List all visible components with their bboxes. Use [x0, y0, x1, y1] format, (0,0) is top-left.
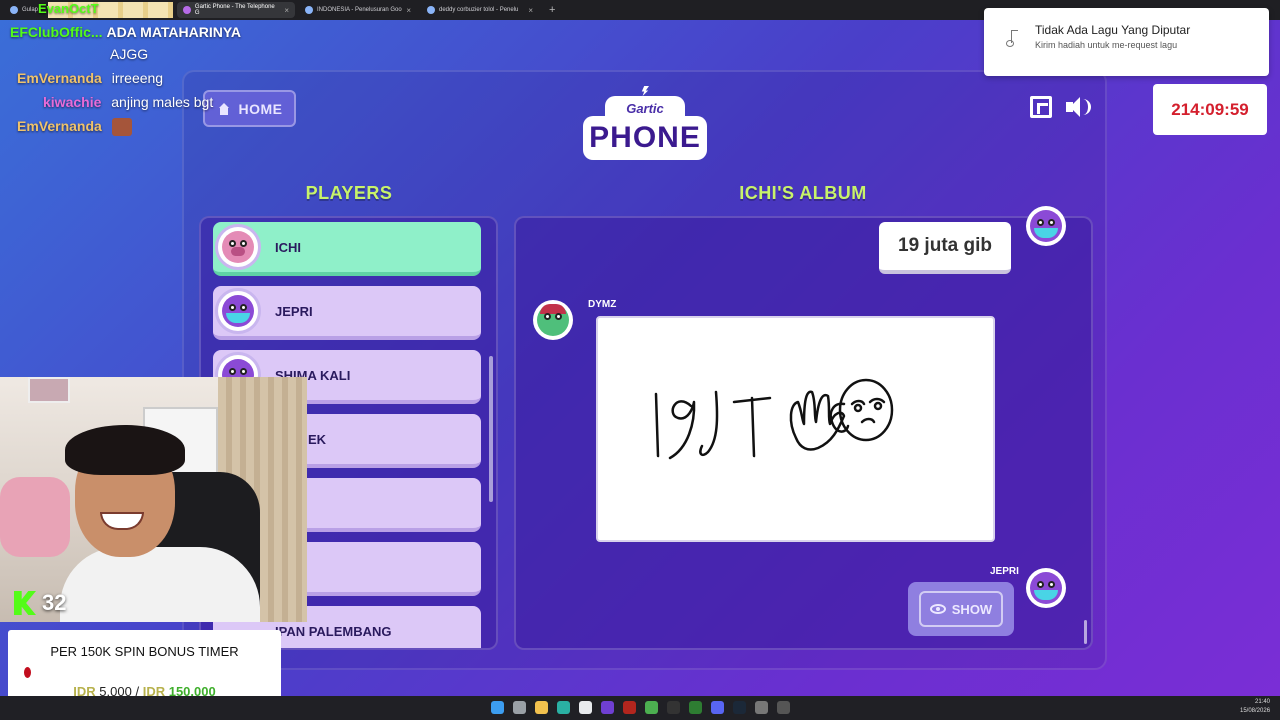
tray-time: 21:40 — [1255, 699, 1271, 705]
home-button[interactable]: HOME — [203, 90, 296, 127]
countdown-timer: 214:09:59 — [1153, 84, 1267, 135]
chat-line: AJGG — [110, 46, 148, 62]
donation-title: PER 150K SPIN BONUS TIMER — [50, 644, 239, 659]
discord-icon[interactable] — [711, 701, 724, 714]
progress-dot — [24, 667, 31, 678]
kick-viewer-badge: 32 — [14, 590, 66, 616]
volume-icon[interactable] — [1066, 96, 1092, 118]
player-row-ichi[interactable]: ICHI — [213, 222, 481, 276]
windows-taskbar: 21:40 15/08/2026 — [0, 696, 1280, 720]
player-name: ICHI — [275, 240, 301, 255]
music-subtitle: Kirim hadiah untuk me-request lagu — [1035, 40, 1178, 50]
chat-emote-icon — [111, 118, 132, 137]
logo-main-text: PHONE — [589, 121, 701, 154]
chat-message: AJGG — [110, 46, 149, 62]
eye-icon — [929, 604, 946, 614]
chrome-icon[interactable] — [579, 701, 592, 714]
kick-logo-icon — [14, 591, 36, 615]
music-note-icon — [1006, 30, 1018, 47]
app-icon[interactable] — [755, 701, 768, 714]
steam-icon[interactable] — [733, 701, 746, 714]
new-tab-button[interactable]: + — [543, 4, 561, 16]
bird-avatar-icon — [1030, 210, 1062, 242]
tray-date: 15/08/2026 — [1240, 708, 1271, 714]
chat-user: EFClubOffic... — [10, 24, 103, 40]
chat-user: EmVernanda — [17, 70, 102, 86]
drawing-canvas — [654, 378, 894, 460]
avatar — [1026, 206, 1066, 246]
album-guess-bubble: 19 juta gib — [879, 222, 1011, 274]
browser-tab-search[interactable]: deddy corbuzier tolol - Penelu × — [421, 2, 539, 18]
home-icon — [217, 102, 231, 115]
tab-close-icon[interactable]: × — [284, 6, 289, 15]
avatar — [215, 288, 261, 334]
chat-line: kiwachie anjing males bgt — [43, 94, 213, 110]
file-explorer-icon[interactable] — [535, 701, 548, 714]
app-icon[interactable] — [777, 701, 790, 714]
chat-user: EvanOctT — [38, 1, 99, 16]
chat-line: EmVernanda irreeeng — [17, 70, 163, 86]
chat-message: anjing males bgt — [111, 94, 214, 110]
fullscreen-icon[interactable] — [1030, 96, 1052, 118]
app-icon[interactable] — [623, 701, 636, 714]
viewer-count: 32 — [42, 590, 67, 615]
pig-avatar-icon — [222, 231, 254, 263]
chat-line: EmVernanda — [17, 118, 132, 137]
task-view-icon[interactable] — [513, 701, 526, 714]
game-top-icons — [1030, 96, 1092, 118]
bird-avatar-icon — [1030, 572, 1062, 604]
tab-close-icon[interactable]: × — [528, 6, 533, 15]
chat-message: irreeeng — [111, 70, 164, 86]
tab-favicon-icon — [183, 6, 191, 14]
app-icon[interactable] — [667, 701, 680, 714]
windows-start-icon[interactable] — [491, 701, 504, 714]
chat-message: ADA MATAHARINYA — [106, 24, 242, 40]
album-drawing — [596, 316, 995, 542]
browser-tab-gartic[interactable]: Gartic Phone - The Telephone G × — [177, 2, 295, 18]
music-request-card: Tidak Ada Lagu Yang Diputar Kirim hadiah… — [984, 8, 1269, 76]
next-author: JEPRI — [990, 566, 1019, 577]
app-icon[interactable] — [601, 701, 614, 714]
browser-tab-google[interactable]: INDONESIA - Penelusuran Goo × — [299, 2, 417, 18]
logo-main: PHONE — [583, 116, 707, 160]
xbox-icon[interactable] — [689, 701, 702, 714]
players-scrollbar[interactable] — [489, 356, 493, 502]
gartic-phone-logo: Gartic PHONE — [583, 86, 707, 166]
chat-user: kiwachie — [43, 94, 102, 110]
app-icon[interactable] — [645, 701, 658, 714]
tab-favicon-icon — [427, 6, 435, 14]
avatar — [215, 224, 261, 270]
show-button-inner: SHOW — [919, 591, 1003, 627]
player-name: IPAN PALEMBANG — [275, 624, 392, 639]
players-title: PLAYERS — [305, 183, 393, 203]
bird-avatar-icon — [222, 295, 254, 327]
music-title: Tidak Ada Lagu Yang Diputar — [1035, 23, 1191, 37]
avatar — [1026, 568, 1066, 608]
player-name: JEPRI — [275, 304, 313, 319]
tab-favicon-icon — [10, 6, 18, 14]
player-row-jepri[interactable]: JEPRI — [213, 286, 481, 340]
avatar — [533, 300, 573, 340]
tab-close-icon[interactable]: × — [406, 6, 411, 15]
album-title: ICHI'S ALBUM — [739, 183, 867, 203]
chat-line: EvanOctT — [38, 1, 99, 16]
drawing-author: DYMZ — [588, 299, 617, 310]
tab-favicon-icon — [305, 6, 313, 14]
show-button[interactable]: SHOW — [908, 582, 1014, 636]
edge-icon[interactable] — [557, 701, 570, 714]
chat-user: EmVernanda — [17, 118, 102, 134]
album-scrollbar[interactable] — [1084, 620, 1087, 644]
player-name: EK — [308, 432, 327, 447]
chat-line: EFClubOffic... ADA MATAHARINYA — [10, 24, 241, 40]
webcam-feed — [0, 377, 307, 622]
monster-avatar-icon — [537, 304, 569, 336]
